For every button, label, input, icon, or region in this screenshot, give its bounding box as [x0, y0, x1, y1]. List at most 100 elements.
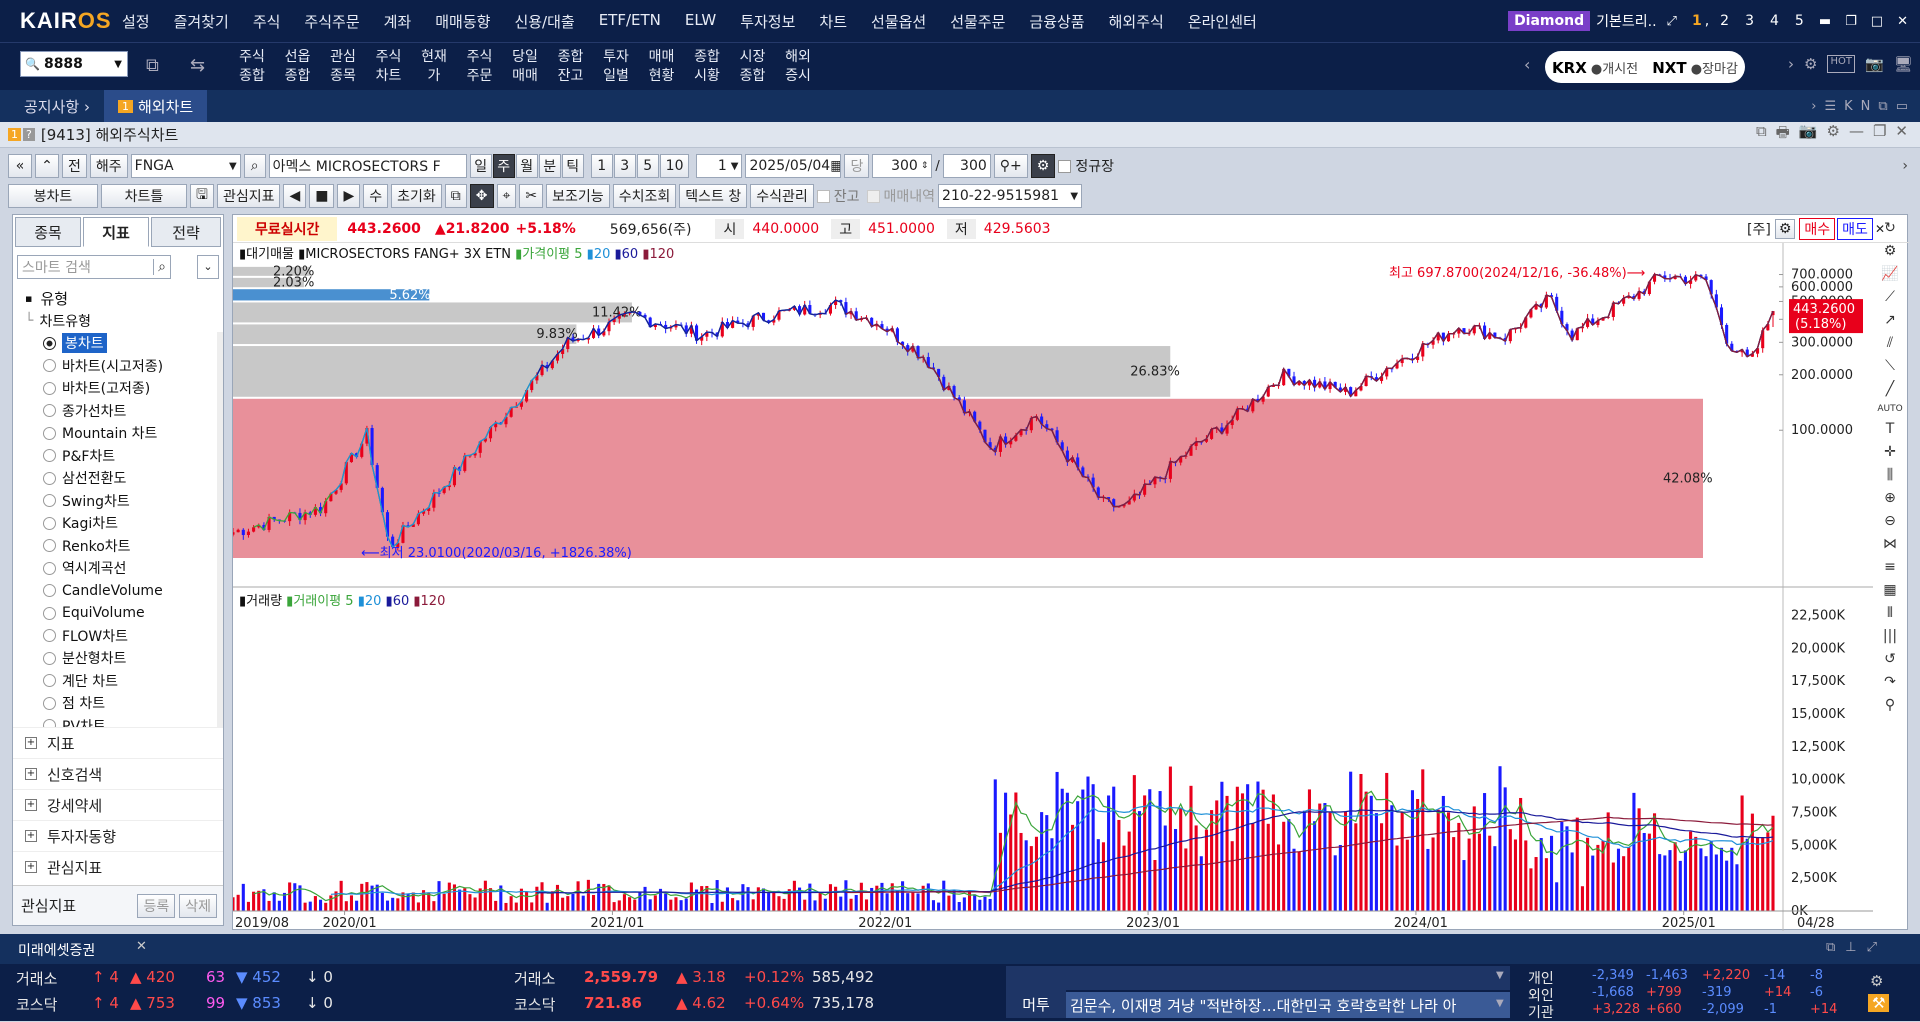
quick-item[interactable]: 현재 가	[414, 43, 454, 91]
screen-3[interactable]: 3	[1740, 13, 1759, 29]
camera-icon[interactable]: 📷	[1799, 122, 1818, 147]
copy-icon[interactable]: ⧉	[444, 184, 467, 208]
quick-item[interactable]: 주식 차트	[369, 43, 409, 91]
layout-name[interactable]: 기본트리..	[1596, 11, 1656, 31]
chart-type-item[interactable]: EquiVolume	[13, 602, 217, 625]
step-button[interactable]: 3	[613, 154, 636, 178]
pin-icon[interactable]: ⌖	[496, 184, 517, 208]
date-input[interactable]: 2025/05/04▦	[745, 154, 842, 178]
calendar-icon[interactable]: ▦	[830, 158, 840, 174]
radio-icon[interactable]	[43, 336, 56, 350]
menu-item[interactable]: ELW	[673, 11, 728, 32]
sell-button[interactable]: 매도	[1837, 217, 1873, 240]
pin-icon[interactable]: ⊥	[1845, 940, 1856, 955]
radio-icon[interactable]	[43, 696, 56, 710]
menu-item[interactable]: 선물옵션	[859, 11, 938, 32]
close-icon[interactable]: ✕	[136, 939, 147, 954]
chevron-down-icon[interactable]: ▼	[1496, 998, 1504, 1009]
undo-icon[interactable]: ↺	[1884, 651, 1896, 667]
layout-icon[interactable]: ⧉	[1878, 99, 1887, 114]
quick-item[interactable]: 시장 종합	[733, 43, 773, 91]
value-lookup-button[interactable]: 수치조회	[612, 184, 677, 208]
text-icon[interactable]: T	[1886, 421, 1895, 437]
step-button[interactable]: 1	[590, 154, 613, 178]
search-icon[interactable]: ⌕	[243, 154, 266, 178]
quick-item[interactable]: 주식 종합	[232, 43, 272, 91]
play-back-icon[interactable]: ◀	[283, 184, 307, 208]
auto-icon[interactable]: AUTO	[1877, 404, 1902, 414]
chart-type-item[interactable]: PV차트	[13, 715, 217, 728]
balance-check[interactable]: 잔고	[816, 186, 860, 206]
chart-type-item[interactable]: 바차트(고저종)	[13, 377, 217, 400]
screen-2[interactable]: 2	[1715, 13, 1734, 29]
period-button[interactable]: 분	[538, 154, 561, 178]
chart-type-item[interactable]: 분산형차트	[13, 647, 217, 670]
chart-type-item[interactable]: Renko차트	[13, 535, 217, 558]
checkbox-icon[interactable]	[866, 189, 880, 203]
candle-icon[interactable]: ⫼	[1887, 467, 1893, 483]
radio-icon[interactable]	[43, 359, 56, 373]
chart-type-item[interactable]: CandleVolume	[13, 580, 217, 603]
scissors-icon[interactable]: ✂	[519, 184, 544, 208]
save-icon[interactable]: 🖫	[190, 184, 214, 208]
chart-type-item[interactable]: 역시계곡선	[13, 557, 217, 580]
smart-search-input[interactable]: 스마트 검색 ⌕	[17, 255, 171, 279]
period-button[interactable]: 월	[515, 154, 538, 178]
chevron-down-icon[interactable]: ▼	[114, 59, 122, 70]
bars-icon[interactable]: |||	[1883, 628, 1897, 644]
minimize-icon[interactable]: ▬	[1815, 14, 1835, 29]
grid-icon[interactable]: ▦	[1883, 582, 1896, 598]
radio-icon[interactable]	[43, 426, 56, 440]
chart-type-item[interactable]: 봉차트	[13, 332, 217, 355]
chevron-down-icon[interactable]: ▼	[1496, 970, 1504, 981]
checkbox-icon[interactable]	[816, 189, 830, 203]
plus-icon[interactable]: +	[25, 861, 37, 873]
gear-icon[interactable]: ⚙	[1870, 972, 1883, 990]
step-button[interactable]: 10	[659, 154, 690, 178]
plus-icon[interactable]: +	[25, 737, 37, 749]
trendline-icon[interactable]: ⟋	[1885, 289, 1895, 305]
chart-type-item[interactable]: 삼선전환도	[13, 467, 217, 490]
menu-item[interactable]: 신용/대출	[502, 11, 586, 32]
indicator-group[interactable]: + 투자자동향	[13, 820, 223, 851]
period-button[interactable]: 틱	[561, 154, 584, 178]
screen-5[interactable]: 5	[1790, 13, 1809, 29]
count-input[interactable]: 300 ⇕	[872, 154, 933, 178]
text-window-button[interactable]: 텍스트 창	[679, 184, 748, 208]
symbol-input[interactable]: FNGA ▼	[130, 154, 241, 178]
gear-icon[interactable]: ⚙	[1030, 154, 1056, 178]
expand-icon[interactable]: ⤢	[1867, 940, 1877, 955]
ray-icon[interactable]: ↗	[1884, 312, 1896, 328]
quick-item[interactable]: 당일 매매	[505, 43, 545, 91]
chevron-down-icon[interactable]: ▼	[1070, 191, 1078, 202]
radio-icon[interactable]	[43, 539, 56, 553]
chevron-left-icon[interactable]: ‹	[1524, 55, 1530, 74]
period-icon[interactable]: ⦀	[1887, 605, 1893, 621]
step-select[interactable]: 1 ▼	[696, 154, 743, 178]
delete-button[interactable]: 삭제	[179, 893, 217, 918]
indicator-group[interactable]: + 강세약세	[13, 789, 223, 820]
menu-item[interactable]: 해외주식	[1097, 11, 1176, 32]
radio-icon[interactable]	[43, 561, 56, 575]
up-button[interactable]: ⌃	[35, 154, 59, 178]
radio-icon[interactable]	[43, 381, 56, 395]
menu-item[interactable]: 선물주문	[938, 11, 1017, 32]
chevron-right-icon[interactable]: ›	[1811, 99, 1816, 114]
maximize-icon[interactable]: □	[1867, 14, 1887, 29]
pattern-icon[interactable]: ⋈	[1883, 536, 1897, 552]
window-icon[interactable]: ⧉	[146, 55, 159, 76]
broker-tab[interactable]: 미래에셋증권	[18, 940, 95, 960]
restore-icon[interactable]: ❐	[1841, 14, 1861, 29]
quick-item[interactable]: 주식 주문	[460, 43, 500, 91]
reset-button[interactable]: 초기화	[391, 184, 442, 208]
category-type[interactable]: ▪ 유형	[13, 287, 223, 310]
register-button[interactable]: 등록	[137, 893, 176, 918]
chart-type-item[interactable]: 바차트(시고저종)	[13, 355, 217, 378]
radio-icon[interactable]	[43, 494, 56, 508]
window-num-icon[interactable]: 1	[8, 128, 21, 141]
stop-icon[interactable]: ■	[309, 184, 335, 208]
chart-type-button[interactable]: 봉차트	[8, 184, 98, 208]
radio-icon[interactable]	[43, 404, 56, 418]
chart-type-item[interactable]: Swing차트	[13, 490, 217, 513]
menu-item[interactable]: 설정	[110, 11, 162, 32]
